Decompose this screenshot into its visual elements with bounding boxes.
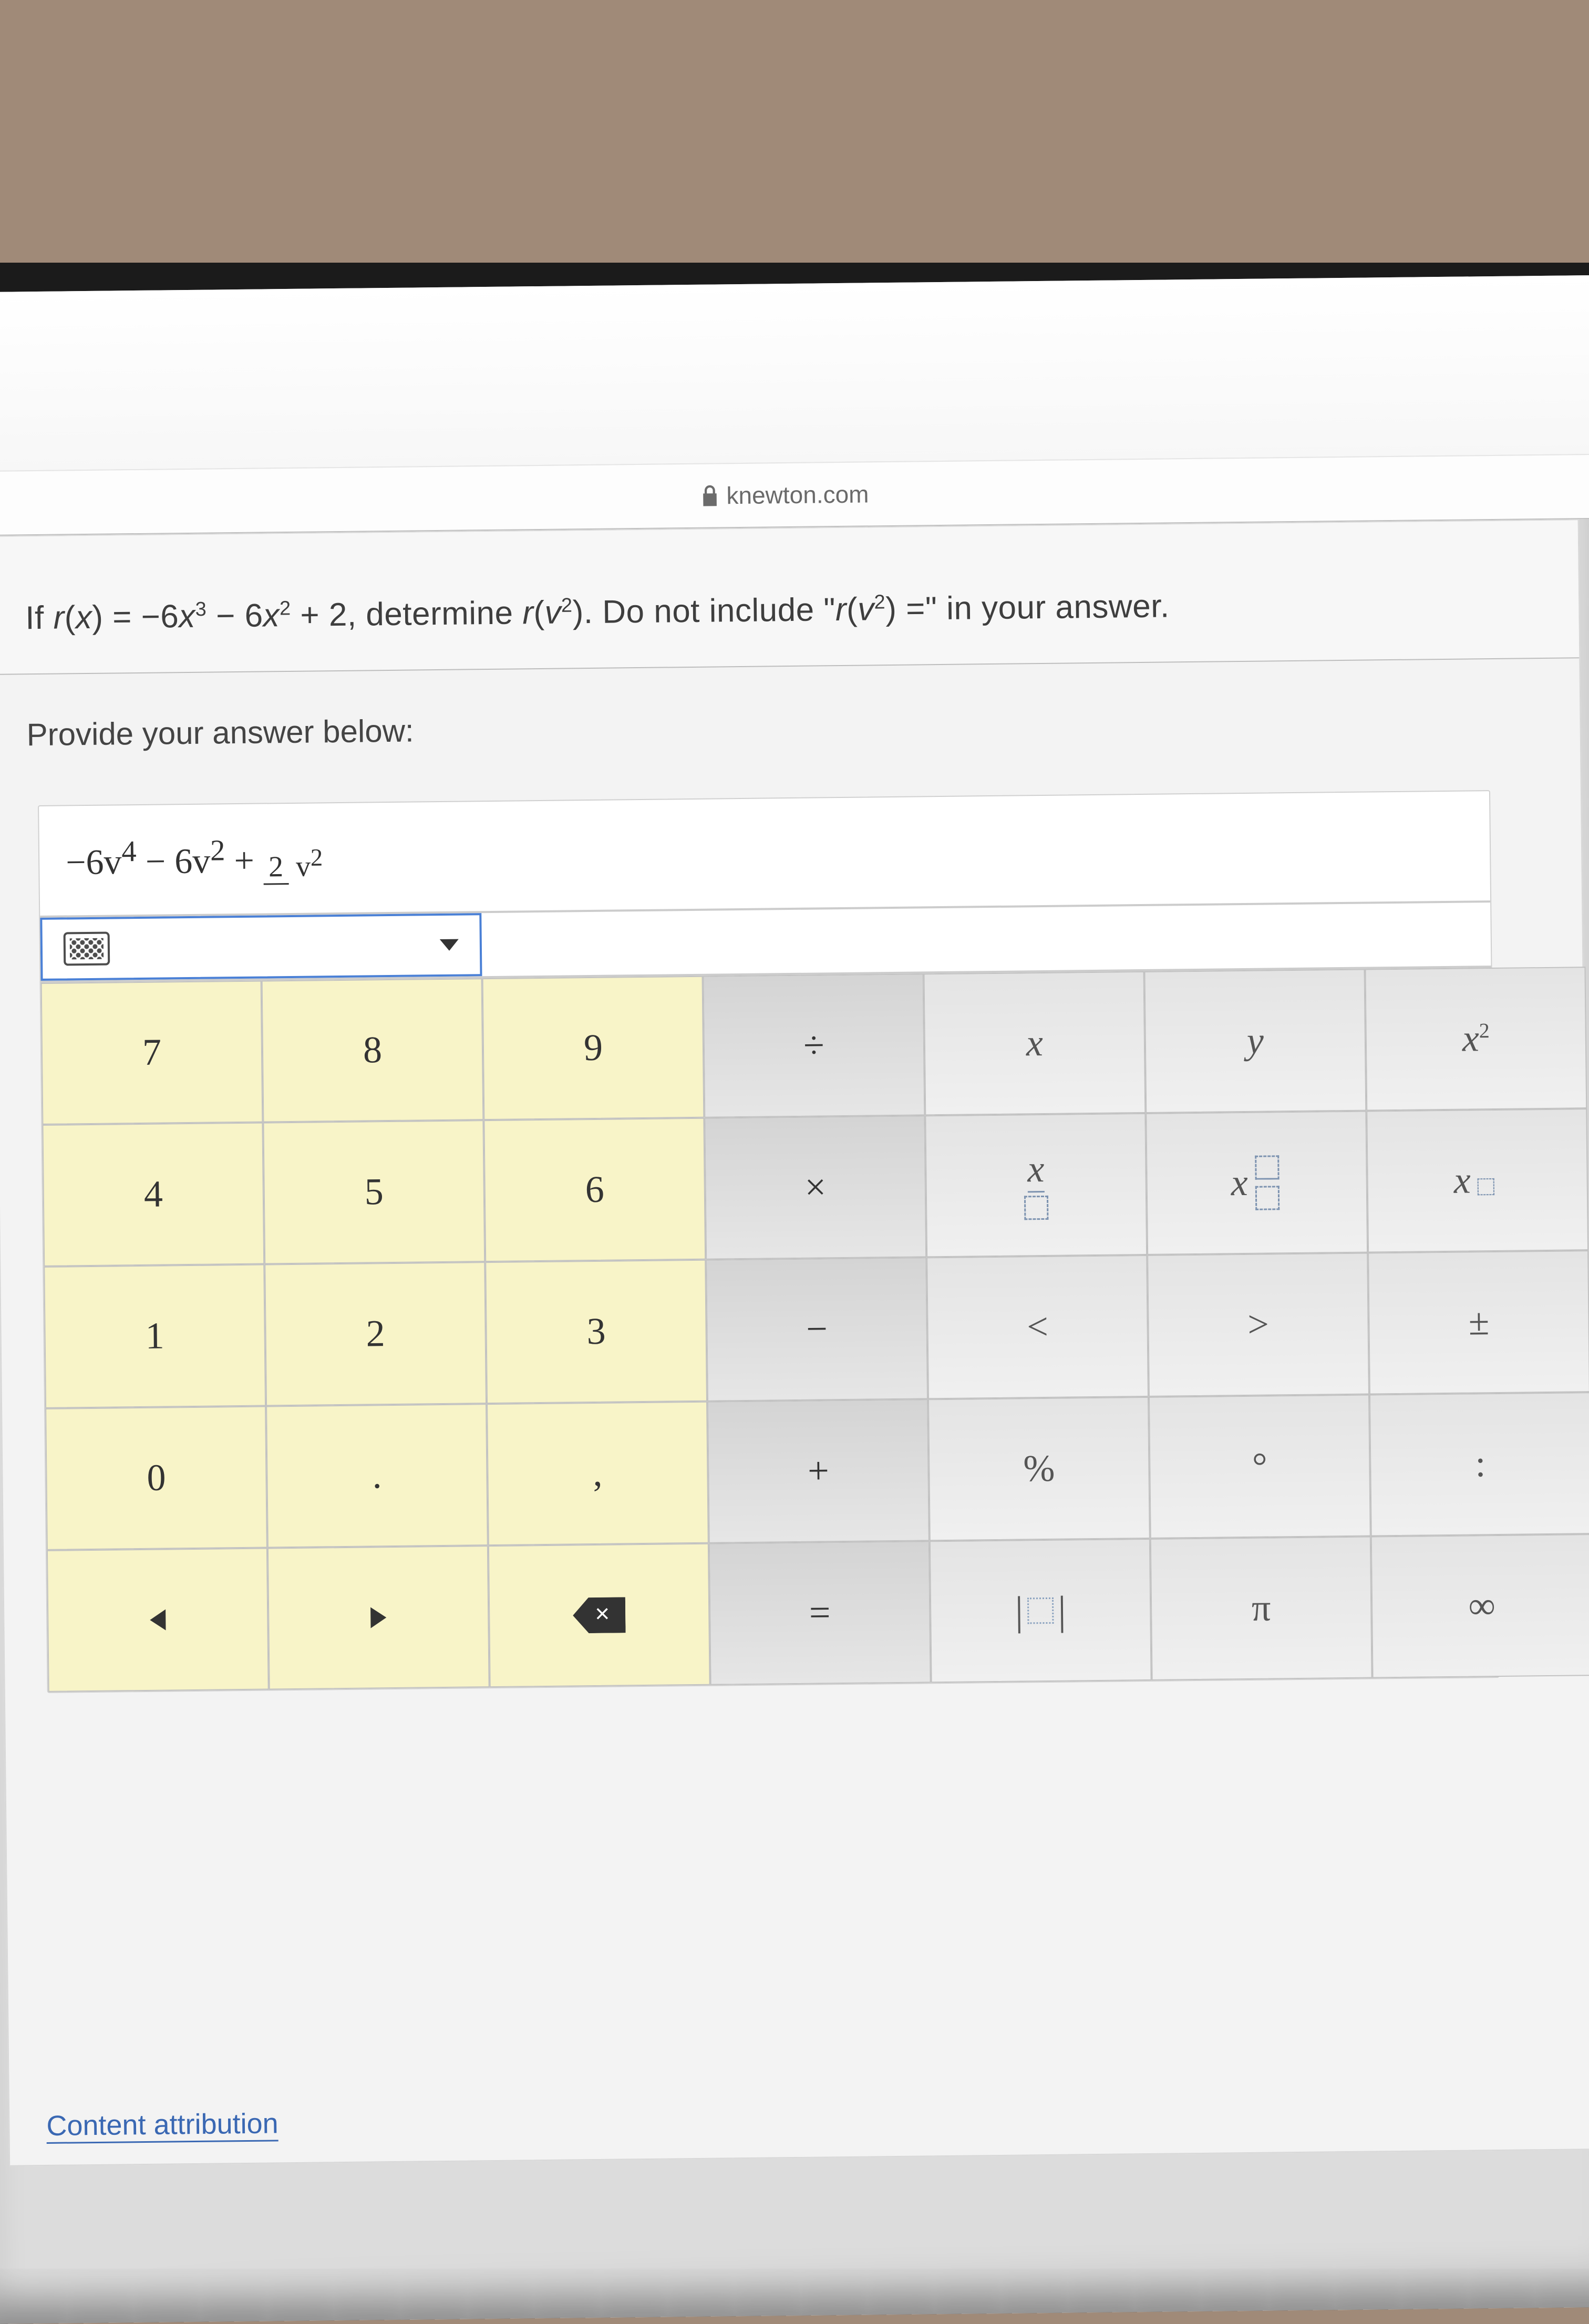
backspace-icon	[573, 1597, 626, 1633]
key-greater-than[interactable]: >	[1147, 1252, 1369, 1396]
key-9[interactable]: 9	[482, 976, 705, 1120]
key-x[interactable]: x	[924, 971, 1146, 1115]
question-text: If r(x) = −6x3 − 6x2 + 2, determine r(v2…	[25, 584, 1547, 637]
triangle-left-icon	[150, 1609, 166, 1630]
key-3[interactable]: 3	[485, 1260, 707, 1404]
key-6[interactable]: 6	[483, 1118, 706, 1262]
key-fraction[interactable]: x	[925, 1113, 1147, 1257]
key-degree[interactable]: °	[1149, 1394, 1371, 1538]
key-colon[interactable]: :	[1369, 1392, 1589, 1536]
key-cursor-right[interactable]	[267, 1545, 490, 1689]
key-equals[interactable]: =	[709, 1541, 931, 1685]
triangle-right-icon	[370, 1607, 386, 1628]
math-keypad: 7 8 9 ÷ x y x2 4 5 6 × x x x	[41, 968, 1499, 1692]
key-minus[interactable]: −	[706, 1257, 928, 1401]
key-infinity[interactable]: ∞	[1371, 1534, 1589, 1678]
key-7[interactable]: 7	[41, 980, 263, 1124]
key-dot[interactable]: .	[266, 1404, 488, 1548]
keypad-mode-selector[interactable]	[40, 913, 482, 981]
key-pi[interactable]: π	[1150, 1536, 1373, 1680]
answer-prompt: Provide your answer below:	[0, 658, 1580, 774]
key-less-than[interactable]: <	[926, 1255, 1149, 1399]
key-backspace[interactable]	[488, 1543, 710, 1687]
keyboard-icon	[64, 931, 110, 966]
key-0[interactable]: 0	[45, 1406, 267, 1550]
key-plus[interactable]: +	[707, 1399, 930, 1543]
key-5[interactable]: 5	[263, 1120, 485, 1264]
key-4[interactable]: 4	[42, 1122, 264, 1266]
key-absolute-value[interactable]: ||	[930, 1539, 1152, 1683]
lock-icon	[701, 485, 719, 506]
key-y[interactable]: y	[1144, 969, 1366, 1113]
key-8[interactable]: 8	[262, 978, 484, 1122]
chevron-down-icon	[440, 939, 459, 951]
question-block: If r(x) = −6x3 − 6x2 + 2, determine r(v2…	[0, 520, 1579, 675]
browser-domain-text: knewton.com	[726, 480, 869, 510]
key-divide[interactable]: ÷	[703, 973, 925, 1117]
key-1[interactable]: 1	[44, 1264, 266, 1408]
key-cursor-left[interactable]	[47, 1548, 269, 1692]
key-subscript[interactable]: x	[1366, 1108, 1588, 1252]
key-2[interactable]: 2	[264, 1262, 487, 1406]
answer-editor[interactable]: −6v4 − 6v2 + 2 v2 7 8 9 ÷	[38, 790, 1500, 1693]
answer-expression[interactable]: −6v4 − 6v2 + 2 v2	[39, 791, 1490, 918]
key-mixed-fraction[interactable]: x	[1146, 1111, 1368, 1254]
key-percent[interactable]: %	[928, 1397, 1150, 1541]
key-plus-minus[interactable]: ±	[1368, 1250, 1589, 1394]
content-attribution-link[interactable]: Content attribution	[46, 2107, 278, 2144]
key-comma[interactable]: ,	[487, 1402, 709, 1545]
key-x-squared[interactable]: x2	[1365, 967, 1587, 1111]
key-multiply[interactable]: ×	[704, 1115, 926, 1259]
